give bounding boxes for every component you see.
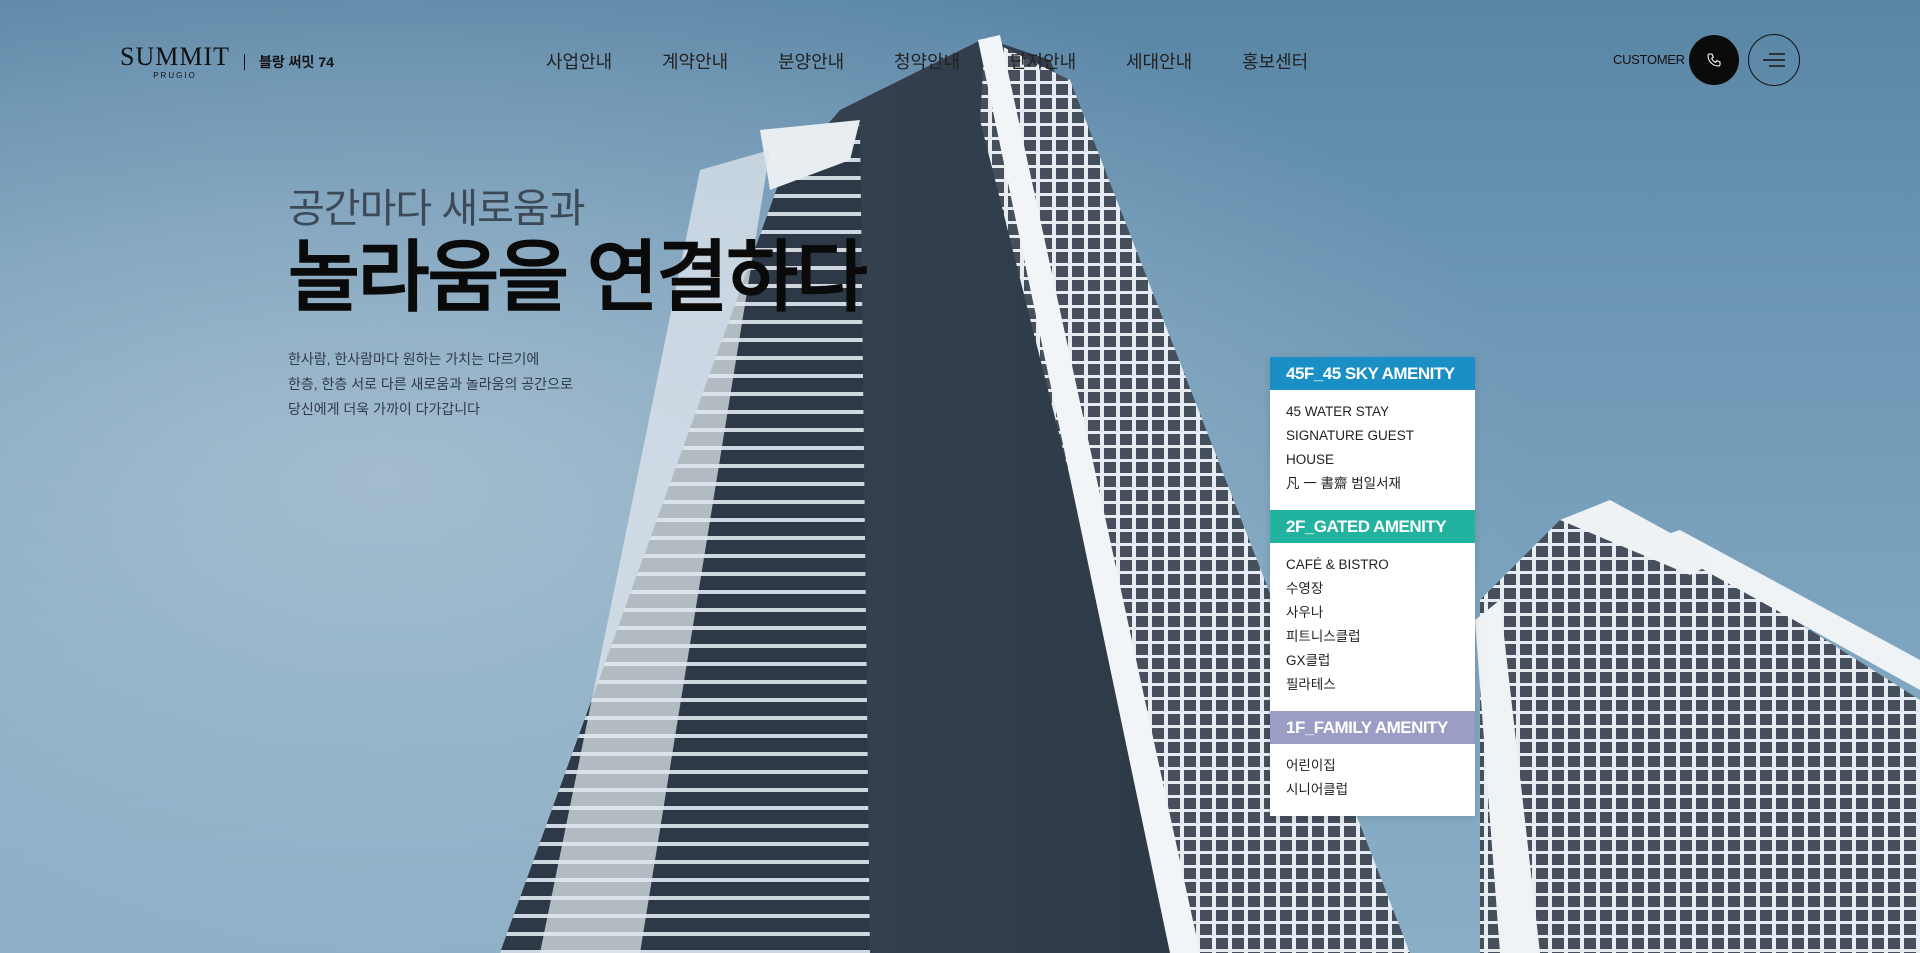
nav-item-contract[interactable]: 계약안내 [662, 48, 778, 74]
nav-item-unit[interactable]: 세대안내 [1126, 48, 1242, 74]
logo-mark: SUMMIT PRUGIO [120, 44, 230, 80]
amenity-item[interactable]: 시니어클럽 [1286, 778, 1459, 802]
amenity-item[interactable]: CAFÉ & BISTRO [1286, 553, 1459, 577]
nav-item-business[interactable]: 사업안내 [546, 48, 662, 74]
amenity-item[interactable]: 45 WATER STAY [1286, 400, 1459, 424]
nav-item-subscription[interactable]: 청약안내 [894, 48, 1010, 74]
call-button[interactable] [1689, 35, 1739, 85]
hero-copy: 공간마다 새로움과 놀라움을 연결하다 [288, 176, 868, 321]
main-nav: 사업안내 계약안내 분양안내 청약안내 단지안내 세대안내 홍보센터 [546, 48, 1358, 74]
phone-icon [1707, 53, 1721, 67]
amenity-item[interactable]: SIGNATURE GUEST HOUSE [1286, 424, 1459, 472]
amenity-section-title[interactable]: 2F_GATED AMENITY [1270, 510, 1475, 543]
amenity-item[interactable]: 사우나 [1286, 601, 1459, 625]
hero-description-line: 당신에게 더욱 가까이 다가갑니다 [288, 401, 480, 417]
amenity-item[interactable]: 凡 一 書齋 범일서재 [1286, 472, 1459, 496]
brand-logo[interactable]: SUMMIT PRUGIO 블랑 써밋 74 [120, 44, 334, 80]
logo-word: SUMMIT [120, 42, 231, 71]
amenity-section-list: CAFÉ & BISTRO 수영장 사우나 피트니스클럽 GX클럽 필라테스 [1270, 543, 1475, 711]
amenity-panel: 45F_45 SKY AMENITY 45 WATER STAY SIGNATU… [1270, 357, 1475, 816]
hero-background [0, 0, 1920, 953]
site-name: 블랑 써밋 74 [259, 54, 334, 70]
nav-item-pr-center[interactable]: 홍보센터 [1242, 48, 1358, 74]
amenity-item[interactable]: 수영장 [1286, 577, 1459, 601]
amenity-item[interactable]: 어린이집 [1286, 754, 1459, 778]
amenity-section-title[interactable]: 1F_FAMILY AMENITY [1270, 711, 1475, 744]
nav-item-sale[interactable]: 분양안내 [778, 48, 894, 74]
logo-divider [244, 54, 246, 70]
amenity-section-list: 어린이집 시니어클럽 [1270, 744, 1475, 816]
menu-button[interactable] [1748, 34, 1800, 86]
amenity-item[interactable]: GX클럽 [1286, 649, 1459, 673]
hero-description-line: 한사람, 한사람마다 원하는 가치는 다르기에 [288, 351, 540, 367]
hero-title: 놀라움을 연결하다 [288, 233, 868, 321]
logo-sub: PRUGIO [153, 71, 197, 80]
amenity-section-list: 45 WATER STAY SIGNATURE GUEST HOUSE 凡 一 … [1270, 390, 1475, 510]
hero-description-line: 한층, 한층 서로 다른 새로움과 놀라움의 공간으로 [288, 376, 573, 392]
amenity-item[interactable]: 필라테스 [1286, 673, 1459, 697]
amenity-section-title[interactable]: 45F_45 SKY AMENITY [1270, 357, 1475, 390]
customer-label[interactable]: CUSTOMER [1613, 52, 1685, 67]
hero-description: 한사람, 한사람마다 원하는 가치는 다르기에 한층, 한층 서로 다른 새로움… [288, 347, 573, 422]
hero-subtitle: 공간마다 새로움과 [288, 187, 586, 231]
hamburger-menu-icon [1763, 53, 1785, 67]
site-header: SUMMIT PRUGIO 블랑 써밋 74 사업안내 계약안내 분양안내 청약… [0, 0, 1920, 120]
amenity-item[interactable]: 피트니스클럽 [1286, 625, 1459, 649]
nav-item-complex[interactable]: 단지안내 [1010, 48, 1126, 74]
